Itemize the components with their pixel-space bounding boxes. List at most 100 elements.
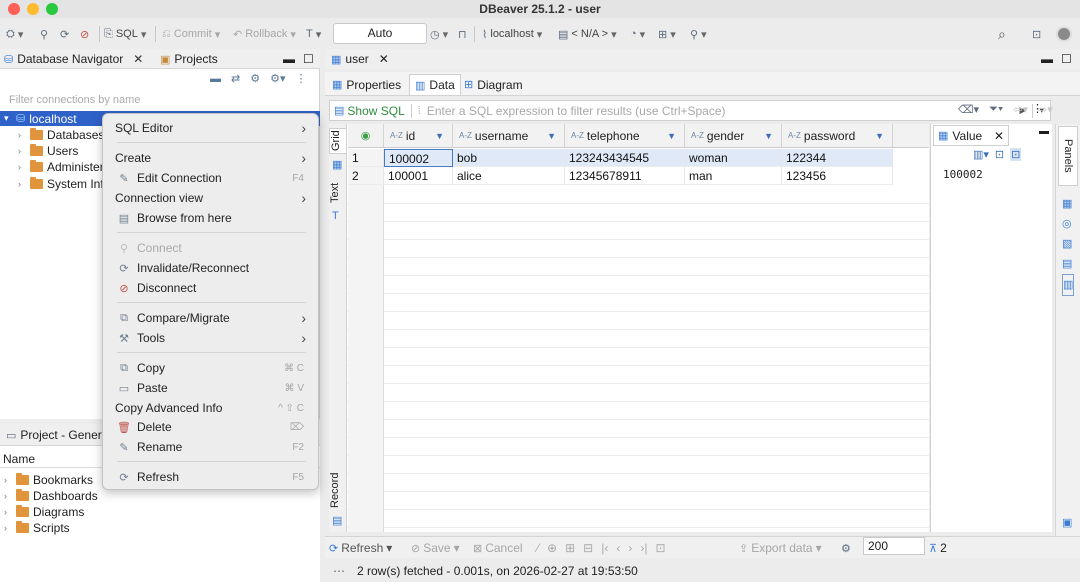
auto-apply-icon[interactable]: ⊡ [1010,148,1022,161]
menu-item-delete[interactable]: 🗑 Delete ⌦ [103,418,318,436]
configure-icon[interactable]: ⚙▾ [270,72,285,85]
connect-button[interactable]: ⚲ [40,26,48,42]
column-header-gender[interactable]: A-Z gender ▼ [685,124,782,148]
value-view-icon[interactable]: ▥ [1062,274,1075,296]
funnel-icon[interactable]: ⏷▾ [989,103,1003,116]
erd-button[interactable]: ⊞ ▾ [658,26,676,42]
aggregate-icon[interactable]: ▧ [1062,234,1074,254]
history-button[interactable]: ◷ ▾ [430,26,448,42]
chevron-down-icon[interactable]: ▼ [875,131,884,141]
layout-icon[interactable]: ▣ [1062,516,1072,529]
chevron-down-icon[interactable]: ▼ [547,131,556,141]
rollback-button[interactable]: ↶ Rollback ▾ [233,26,296,42]
settings-button[interactable]: ⚙ [841,540,851,556]
menu-item-connect[interactable]: ⚲ Connect [103,239,318,257]
next-page-icon[interactable]: › [628,541,632,555]
refresh-button[interactable]: ⟳ Refresh ▾ [329,540,392,556]
table-cell[interactable]: 123456 [782,167,893,185]
column-header-telephone[interactable]: A-Z telephone ▼ [565,124,685,148]
export-data-button[interactable]: ⇪ Export data ▾ [739,540,822,556]
reconnect-button[interactable]: ⟳ [60,26,69,42]
tree-item-dashboards[interactable]: › Dashboards [4,488,98,503]
tree-item-diagrams[interactable]: › Diagrams [4,504,84,519]
table-cell[interactable]: alice [453,167,565,185]
row-number[interactable]: 2 [348,167,384,185]
grouping-icon[interactable]: ◎ [1062,214,1074,234]
table-cell[interactable]: woman [685,149,782,167]
table-cell[interactable]: 122344 [782,149,893,167]
close-icon[interactable]: ✕ [133,52,143,66]
tree-item-administer[interactable]: › Administer [18,159,104,174]
delete-row-icon[interactable]: ⊟ [583,541,593,555]
tree-item-bookmarks[interactable]: › Bookmarks [4,472,93,487]
new-connection-button[interactable]: ⛭ ▾ [6,26,23,42]
text-view-tab[interactable]: Text [329,180,347,206]
table-cell[interactable]: 12345678911 [565,167,685,185]
more-icon[interactable]: ⋯ [333,564,345,578]
back-icon[interactable]: ⇦▾ [1013,103,1028,116]
tab-user[interactable]: ▦ user ✕ [331,51,389,67]
table-cell[interactable]: 123243434545 [565,149,685,167]
perspective-button[interactable]: ⊡ [1032,26,1041,42]
commit-button[interactable]: ⎌ Commit ▾ [162,26,220,42]
value-text[interactable]: 100002 [943,168,983,181]
menu-item-edit-connection[interactable]: ✎ Edit Connection F4 [103,169,318,187]
menu-item-invalidate-reconnect[interactable]: ⟳ Invalidate/Reconnect [103,259,318,277]
close-icon[interactable]: ✕ [379,52,389,66]
menu-item-copy[interactable]: ⧉ Copy ⌘ C [103,359,318,377]
link-editor-icon[interactable]: ⇄ [231,72,240,85]
menu-item-browse-from-here[interactable]: ▤ Browse from here [103,209,318,227]
menu-item-copy-advanced-info[interactable]: Copy Advanced Info ^ ⇧ C [103,399,318,417]
column-header-id[interactable]: A-Z id ▼ [384,124,453,148]
tree-item-scripts[interactable]: › Scripts [4,520,70,535]
tab-properties[interactable]: ▦ Properties [327,74,406,95]
menu-item-create[interactable]: Create › [103,149,318,167]
datasource-selector[interactable]: ⌇ localhost ▾ [482,26,542,42]
tab-data[interactable]: ▥ Data [409,74,461,95]
panels-tab[interactable]: Panels [1058,126,1078,186]
fetch-size-input[interactable]: 200 [863,537,925,555]
more-options-icon[interactable]: ⋮ [295,72,306,85]
column-header-password[interactable]: A-Z password ▼ [782,124,893,148]
tab-diagram[interactable]: ⊞ Diagram [459,74,528,95]
menu-item-sql-editor[interactable]: SQL Editor › [103,119,318,137]
minimize-icon[interactable]: ▬ [1039,126,1049,137]
tree-item-system-info[interactable]: › System Info [18,176,110,191]
menu-item-paste[interactable]: ▭ Paste ⌘ V [103,379,318,397]
save-icon[interactable]: ⊡ [995,148,1004,161]
maximize-panel-button[interactable]: ☐ [303,51,314,67]
maximize-panel-button[interactable]: ☐ [1061,51,1072,67]
tab-value[interactable]: ▦ Value ✕ [933,125,1009,146]
table-cell[interactable]: 100002 [384,149,453,167]
menu-item-compare-migrate[interactable]: ⧉ Compare/Migrate › [103,309,318,327]
eraser-icon[interactable]: ⌫▾ [958,103,979,116]
show-sql-button[interactable]: Show SQL [347,104,404,118]
tab-database-navigator[interactable]: ⛁ Database Navigator ✕ [4,51,143,67]
edit-row-icon[interactable]: ⁄ [537,541,539,555]
close-icon[interactable]: ✕ [994,129,1004,143]
copy-row-icon[interactable]: ⊞ [565,541,575,555]
grid-view-tab[interactable]: Grid [329,128,347,154]
minimize-panel-button[interactable]: ▬ [283,51,295,67]
tab-projects[interactable]: ▣ Projects [160,51,218,67]
menu-item-tools[interactable]: ⚒ Tools › [103,329,318,347]
sql-editor-button[interactable]: ⎘ SQL ▾ [104,26,146,42]
first-page-icon[interactable]: |‹ [601,541,608,555]
chevron-down-icon[interactable]: ▼ [764,131,773,141]
tree-item-localhost[interactable]: ▾ ⛁ localhost [4,111,77,126]
chevron-down-icon[interactable]: ▼ [667,131,676,141]
avatar[interactable] [1056,26,1072,42]
row-number-header[interactable]: ◉ [348,124,384,148]
table-cell[interactable]: bob [453,149,565,167]
metadata-icon[interactable]: ▦ [1062,194,1074,214]
schema-selector[interactable]: ▤ < N/A > ▾ [558,26,617,42]
transaction-mode-button[interactable]: T ▾ [306,26,321,42]
collapse-all-icon[interactable]: ▬ [210,73,221,85]
connection-filter-input[interactable]: Filter connections by name [3,92,315,108]
row-number[interactable]: 1 [348,149,384,167]
record-view-tab[interactable]: Record [329,470,347,510]
filter-expression-input[interactable]: Enter a SQL expression to filter results… [427,104,726,118]
find-button[interactable]: ⚲ ▾ [690,26,707,42]
tree-item-users[interactable]: › Users [18,143,78,158]
disconnect-button[interactable]: ⊘ [80,26,89,42]
